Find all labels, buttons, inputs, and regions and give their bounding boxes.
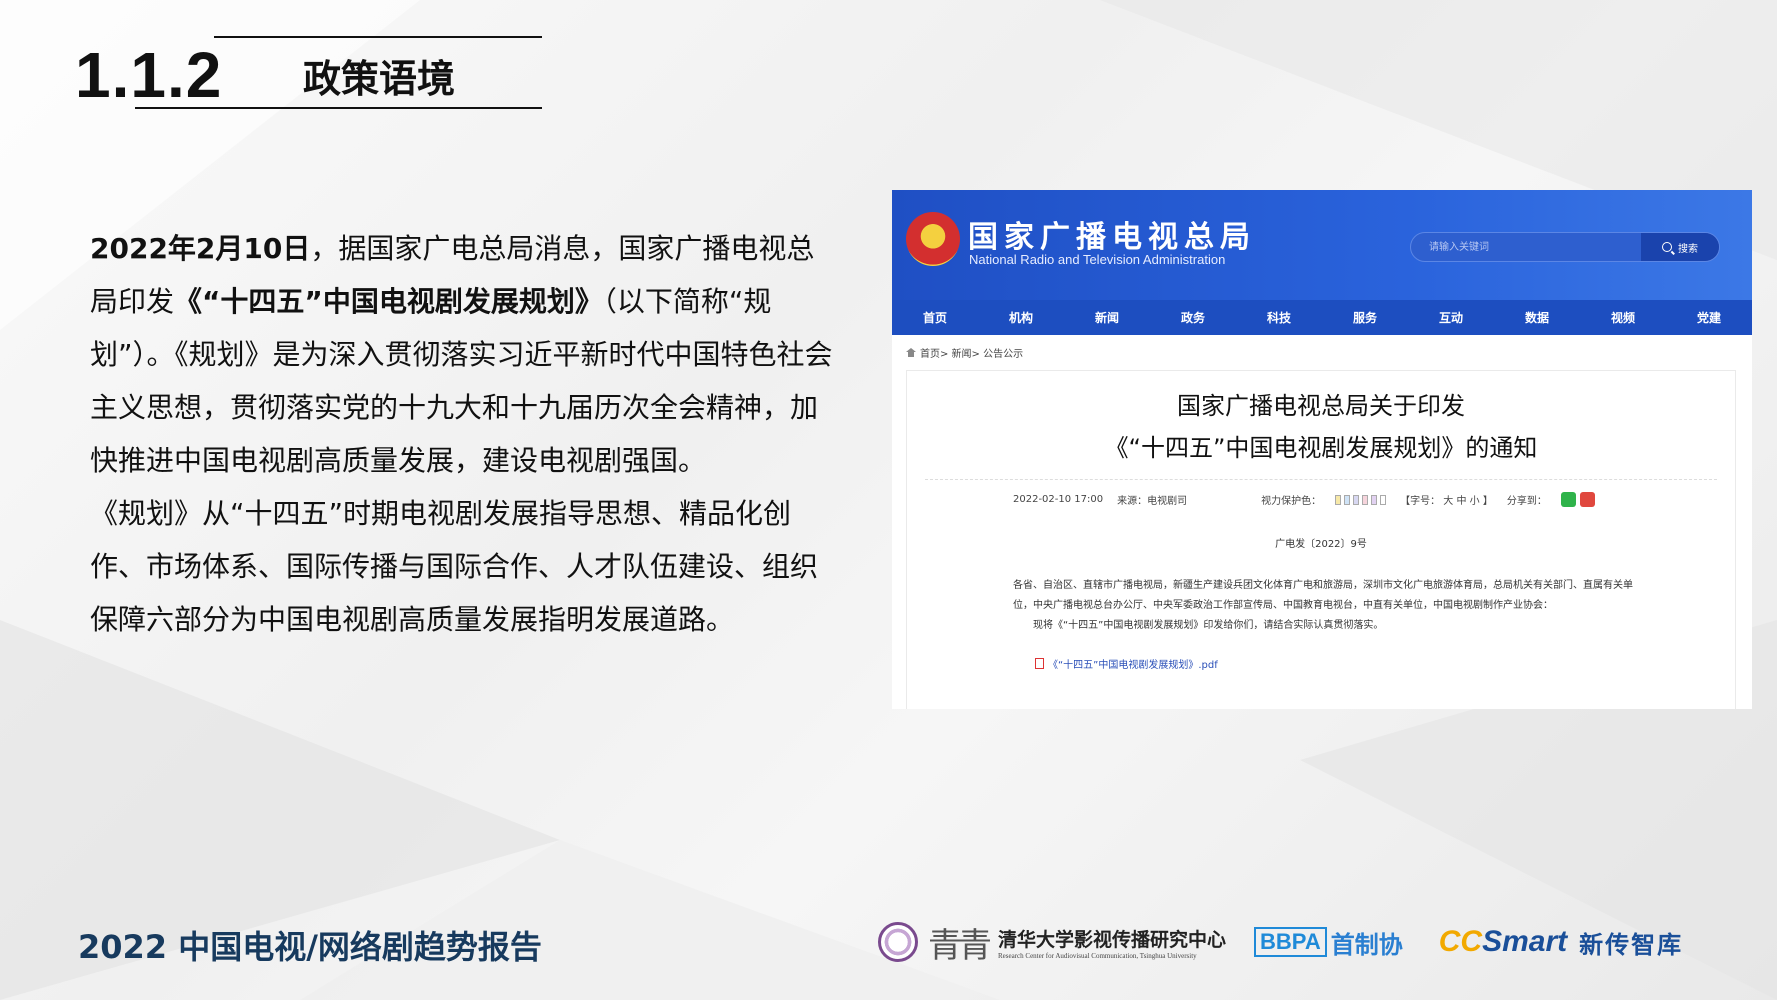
- pdf-icon: [1035, 658, 1044, 669]
- home-icon: [906, 348, 916, 357]
- color-swatch-4[interactable]: [1371, 494, 1378, 505]
- weibo-share-icon[interactable]: [1579, 492, 1595, 507]
- color-swatch-1[interactable]: [1344, 494, 1351, 505]
- nav-item-org[interactable]: 机构: [1009, 309, 1033, 326]
- wechat-share-icon[interactable]: [1560, 492, 1576, 507]
- article-title-line-1: 国家广播电视总局关于印发: [1177, 392, 1465, 420]
- nav-item-services[interactable]: 服务: [1353, 309, 1377, 326]
- plan-title: 《“十四五”中国电视剧发展规划》: [174, 285, 603, 318]
- ccsmart-name: 新传智库: [1579, 930, 1684, 959]
- section-number: 1.1.2: [75, 39, 223, 111]
- section-title: 政策语境: [303, 57, 456, 101]
- search-box: 搜索: [1410, 232, 1720, 262]
- font-size-control[interactable]: 【字号： 大 中 小 】: [1400, 492, 1493, 507]
- main-nav: 首页 机构 新闻 政务 科技 服务 互动 数据 视频 党建: [892, 300, 1752, 335]
- cc-letters: CC: [1438, 925, 1483, 958]
- ccsmart-logo: CCSmart 新传智库: [1439, 925, 1683, 960]
- breadcrumb: 首页> 新闻> 公告公示: [892, 335, 1752, 370]
- search-icon: [1662, 242, 1672, 252]
- nav-item-party[interactable]: 党建: [1697, 309, 1721, 326]
- search-button-label: 搜索: [1678, 243, 1698, 255]
- bbpa-name: 首制协: [1330, 930, 1403, 959]
- nav-item-data[interactable]: 数据: [1525, 309, 1549, 326]
- bbpa-mark: BBPA: [1254, 927, 1327, 957]
- date-lead: 2022年2月10日: [90, 232, 311, 265]
- color-swatch-5[interactable]: [1380, 494, 1387, 505]
- article-body-addressees: 各省、自治区、直辖市广播电视局，新疆生产建设兵团文化体育广电和旅游局，深圳市文化…: [1013, 580, 1633, 611]
- article-source: 来源：电视剧司: [1117, 496, 1188, 507]
- color-swatch-3[interactable]: [1362, 494, 1369, 505]
- paragraph-1: 2022年2月10日，据国家广电总局消息，国家广播电视总局印发《“十四五”中国电…: [90, 222, 835, 487]
- qing-logo: 青青: [928, 925, 992, 966]
- color-swatches: [1335, 494, 1387, 505]
- site-title: 国家广播电视总局: [968, 220, 1256, 255]
- smart-letters: Smart: [1482, 925, 1568, 958]
- tsinghua-logo: 清华大学影视传播研究中心 Research Center for Audiovi…: [998, 925, 1226, 960]
- tsinghua-seal-icon: [878, 922, 918, 962]
- title-divider: [925, 479, 1717, 480]
- website-screenshot: 国家广播电视总局 National Radio and Television A…: [892, 190, 1752, 709]
- partner-logos: 青青 清华大学影视传播研究中心 Research Center for Audi…: [878, 916, 1683, 968]
- site-header: 国家广播电视总局 National Radio and Television A…: [892, 190, 1752, 300]
- nav-item-home[interactable]: 首页: [923, 309, 947, 326]
- nav-item-interact[interactable]: 互动: [1439, 309, 1463, 326]
- attachment-filename[interactable]: 《“十四五”中国电视剧发展规划》.pdf: [1048, 656, 1218, 671]
- vision-protect: 视力保护色：: [1261, 492, 1321, 507]
- article-panel: 国家广播电视总局关于印发 《“十四五”中国电视剧发展规划》的通知 2022-02…: [906, 370, 1736, 709]
- document-number: 广电发〔2022〕9号: [1275, 539, 1367, 550]
- share-label: 分享到：: [1506, 496, 1547, 507]
- ccsmart-mark: CCSmart: [1439, 925, 1567, 959]
- body-paragraphs: 2022年2月10日，据国家广电总局消息，国家广播电视总局印发《“十四五”中国电…: [90, 222, 835, 646]
- nav-item-tech[interactable]: 科技: [1267, 309, 1291, 326]
- tsinghua-english: Research Center for Audiovisual Communic…: [998, 951, 1197, 960]
- paragraph-2: 《规划》从“十四五”时期电视剧发展指导思想、精品化创作、市场体系、国际传播与国际…: [90, 497, 819, 636]
- article-body: 各省、自治区、直辖市广播电视局，新疆生产建设兵团文化体育广电和旅游局，深圳市文化…: [1013, 576, 1643, 636]
- report-title: 2022 中国电视/网络剧趋势报告: [78, 928, 542, 966]
- color-swatch-2[interactable]: [1353, 494, 1360, 505]
- breadcrumb-text[interactable]: 首页> 新闻> 公告公示: [920, 345, 1023, 360]
- article-title-line-2: 《“十四五”中国电视剧发展规划》的通知: [1104, 434, 1538, 462]
- nav-item-affairs[interactable]: 政务: [1181, 309, 1205, 326]
- search-button[interactable]: 搜索: [1641, 233, 1719, 261]
- color-swatch-0[interactable]: [1335, 494, 1342, 505]
- header-rule-bottom: [135, 107, 542, 109]
- tsinghua-name: 清华大学影视传播研究中心: [998, 928, 1227, 951]
- search-input[interactable]: [1411, 233, 1643, 261]
- site-subtitle: National Radio and Television Administra…: [969, 252, 1226, 267]
- article-body-notice: 现将《“十四五”中国电视剧发展规划》印发给你们，请结合实际认真贯彻落实。: [1033, 620, 1384, 631]
- bbpa-logo: BBPA 首制协: [1254, 925, 1403, 960]
- nav-item-video[interactable]: 视频: [1611, 309, 1635, 326]
- vision-label: 视力保护色：: [1261, 496, 1322, 507]
- header-rule-top: [214, 36, 542, 38]
- nav-item-news[interactable]: 新闻: [1095, 309, 1119, 326]
- attachment-link[interactable]: 《“十四五”中国电视剧发展规划》.pdf: [1035, 656, 1735, 671]
- article-title: 国家广播电视总局关于印发 《“十四五”中国电视剧发展规划》的通知: [907, 385, 1735, 469]
- national-emblem-icon: [906, 212, 960, 266]
- publish-date: 2022-02-10 17:00: [1013, 494, 1104, 505]
- article-meta: 2022-02-10 17:00 来源：电视剧司 视力保护色： 【字号： 大 中…: [907, 492, 1735, 507]
